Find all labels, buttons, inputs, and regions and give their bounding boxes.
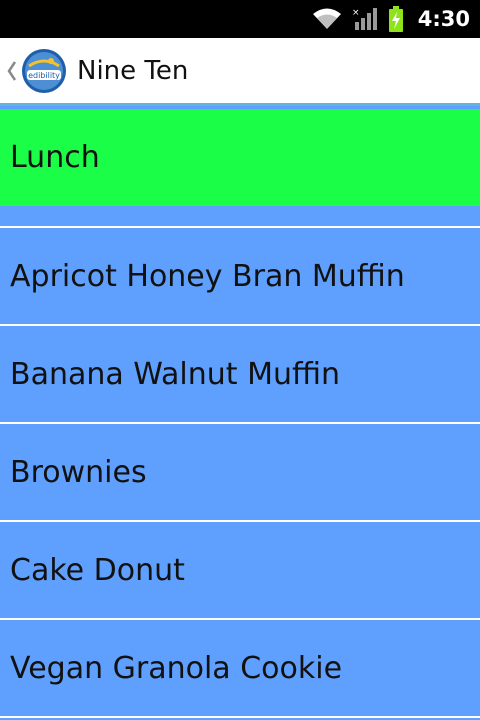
menu-list[interactable]: Lunch Apricot Honey Bran Muffin Banana W… (0, 106, 480, 720)
svg-text:×: × (352, 8, 360, 18)
signal-icon: × (352, 6, 378, 32)
list-item[interactable]: Apricot Honey Bran Muffin (0, 228, 480, 324)
section-header-lunch: Lunch (0, 109, 480, 206)
list-item[interactable]: Brownies (0, 424, 480, 520)
page-title: Nine Ten (77, 55, 189, 86)
status-clock: 4:30 (417, 7, 470, 31)
svg-text:edibility: edibility (28, 71, 60, 80)
up-caret-icon[interactable] (5, 60, 19, 82)
list-item[interactable]: Banana Walnut Muffin (0, 326, 480, 422)
action-bar: edibility Nine Ten (0, 38, 480, 106)
status-bar: × 4:30 (0, 0, 480, 38)
wifi-icon (312, 7, 342, 31)
battery-charging-icon (388, 6, 404, 32)
list-item[interactable]: Vegan Granola Cookie (0, 620, 480, 716)
list-item[interactable]: Cake Donut (0, 522, 480, 618)
app-logo-icon[interactable]: edibility (21, 48, 67, 94)
list-divider (0, 716, 480, 718)
